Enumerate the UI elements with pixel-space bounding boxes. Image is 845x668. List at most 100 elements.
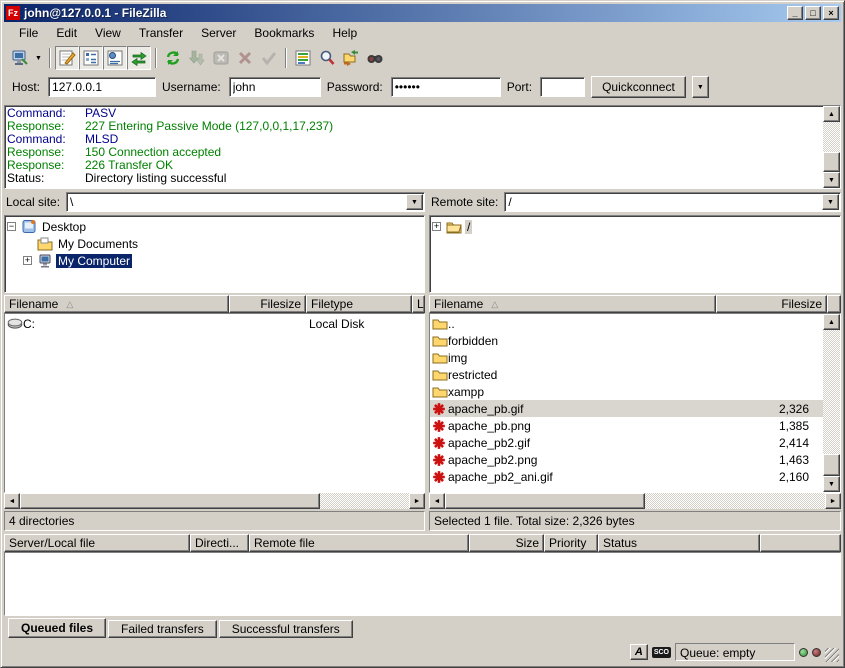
disconnect-icon[interactable] <box>233 46 257 70</box>
scroll-down-icon[interactable]: ▼ <box>823 476 840 492</box>
port-input[interactable] <box>540 77 585 97</box>
remote-site-combobox[interactable]: / ▼ <box>504 192 841 212</box>
close-button[interactable]: × <box>823 6 839 20</box>
remote-file-row-selected[interactable]: apache_pb.gif 2,326 <box>430 400 823 417</box>
toggle-message-log-icon[interactable] <box>55 46 79 70</box>
local-file-row[interactable]: C: Local Disk <box>5 315 424 332</box>
column-remote-file[interactable]: Remote file <box>249 534 469 552</box>
remote-file-row[interactable]: restricted <box>430 366 823 383</box>
folder-icon <box>432 334 448 347</box>
quickconnect-button[interactable]: Quickconnect <box>591 76 686 98</box>
column-filetype[interactable]: Filetype <box>306 295 412 313</box>
remote-file-row[interactable]: apache_pb2.png 1,463 <box>430 451 823 468</box>
remote-vertical-scrollbar[interactable]: ▲ ▼ <box>823 314 840 492</box>
file-name: .. <box>448 317 715 331</box>
minimize-button[interactable]: _ <box>787 6 803 20</box>
combo-dropdown-icon[interactable]: ▼ <box>822 194 839 210</box>
local-horizontal-scrollbar[interactable]: ◄ ► <box>4 493 425 509</box>
remote-horizontal-scrollbar[interactable]: ◄ ► <box>429 493 841 509</box>
column-status[interactable]: Status <box>598 534 760 552</box>
column-filesize[interactable]: Filesize <box>229 295 306 313</box>
menu-server[interactable]: Server <box>192 24 245 42</box>
tab-failed-transfers[interactable]: Failed transfers <box>108 620 217 638</box>
local-pane: Local site: \ ▼ − Desktop <box>4 191 425 531</box>
scroll-thumb[interactable] <box>445 493 645 509</box>
username-input[interactable] <box>229 77 321 97</box>
column-size[interactable]: Size <box>469 534 544 552</box>
local-site-combobox[interactable]: \ ▼ <box>66 192 425 212</box>
scroll-up-icon[interactable]: ▲ <box>823 106 840 122</box>
collapse-icon[interactable]: − <box>7 222 16 231</box>
remote-file-row[interactable]: xampp <box>430 383 823 400</box>
scroll-track[interactable] <box>823 122 840 152</box>
combo-dropdown-icon[interactable]: ▼ <box>406 194 423 210</box>
expand-icon[interactable]: + <box>23 256 32 265</box>
scroll-down-icon[interactable]: ▼ <box>823 172 840 188</box>
scroll-thumb[interactable] <box>823 454 840 476</box>
file-name: apache_pb2.png <box>448 453 715 467</box>
menu-help[interactable]: Help <box>323 24 366 42</box>
remote-site-label: Remote site: <box>429 193 504 211</box>
search-icon[interactable] <box>363 46 387 70</box>
tab-successful-transfers[interactable]: Successful transfers <box>219 620 353 638</box>
site-manager-dropdown-icon[interactable]: ▼ <box>32 46 45 70</box>
file-name: apache_pb.png <box>448 419 715 433</box>
password-label: Password: <box>327 80 383 94</box>
reconnect-icon[interactable] <box>257 46 281 70</box>
scroll-right-icon[interactable]: ► <box>409 493 425 509</box>
scroll-track[interactable] <box>645 493 825 509</box>
column-direction[interactable]: Directi... <box>190 534 249 552</box>
menu-transfer[interactable]: Transfer <box>130 24 192 42</box>
remote-file-row[interactable]: apache_pb2_ani.gif 2,160 <box>430 468 823 485</box>
menu-view[interactable]: View <box>86 24 130 42</box>
remote-file-row[interactable]: .. <box>430 315 823 332</box>
scroll-right-icon[interactable]: ► <box>825 493 841 509</box>
refresh-icon[interactable] <box>161 46 185 70</box>
scroll-left-icon[interactable]: ◄ <box>4 493 20 509</box>
filter-icon[interactable] <box>315 46 339 70</box>
maximize-button[interactable]: □ <box>805 6 821 20</box>
scroll-left-icon[interactable]: ◄ <box>429 493 445 509</box>
remote-file-row[interactable]: img <box>430 349 823 366</box>
scroll-thumb[interactable] <box>823 152 840 172</box>
menu-file[interactable]: File <box>10 24 47 42</box>
column-priority[interactable]: Priority <box>544 534 598 552</box>
site-manager-icon[interactable] <box>8 46 32 70</box>
toggle-transfer-queue-icon[interactable] <box>127 46 151 70</box>
process-queue-icon[interactable] <box>185 46 209 70</box>
column-last-modified[interactable]: L <box>412 295 425 313</box>
log-scrollbar[interactable]: ▲ ▼ <box>823 106 840 188</box>
remote-file-row[interactable]: forbidden <box>430 332 823 349</box>
my-documents-icon <box>37 236 53 252</box>
scroll-track[interactable] <box>320 493 409 509</box>
host-input[interactable] <box>48 77 156 97</box>
remote-file-row[interactable]: apache_pb.png 1,385 <box>430 417 823 434</box>
transfer-type-indicator-icon[interactable]: A <box>630 644 648 660</box>
tree-item-my-computer[interactable]: + My Computer <box>7 252 422 269</box>
column-server-local-file[interactable]: Server/Local file <box>4 534 190 552</box>
synchronized-browsing-icon[interactable] <box>339 46 363 70</box>
scroll-thumb[interactable] <box>20 493 320 509</box>
quickconnect-dropdown-icon[interactable]: ▼ <box>692 76 709 98</box>
expand-icon[interactable]: + <box>432 222 441 231</box>
column-filename[interactable]: Filename△ <box>429 295 716 313</box>
directory-comparison-icon[interactable] <box>291 46 315 70</box>
tree-item-desktop[interactable]: − Desktop <box>7 218 422 235</box>
tree-item-my-documents[interactable]: My Documents <box>7 235 422 252</box>
scroll-up-icon[interactable]: ▲ <box>823 314 840 330</box>
message-log-body: Command: PASV Response: 227 Entering Pas… <box>5 106 823 188</box>
resize-grip[interactable] <box>825 648 839 662</box>
folder-icon <box>432 368 448 381</box>
password-input[interactable] <box>391 77 501 97</box>
tree-item-root[interactable]: + / <box>432 218 838 235</box>
toggle-local-tree-icon[interactable] <box>79 46 103 70</box>
remote-file-row[interactable]: apache_pb2.gif 2,414 <box>430 434 823 451</box>
toggle-remote-tree-icon[interactable] <box>103 46 127 70</box>
menu-edit[interactable]: Edit <box>47 24 86 42</box>
cancel-icon[interactable] <box>209 46 233 70</box>
column-filesize[interactable]: Filesize <box>716 295 827 313</box>
column-filename[interactable]: Filename△ <box>4 295 229 313</box>
scroll-track[interactable] <box>823 330 840 454</box>
menu-bookmarks[interactable]: Bookmarks <box>245 24 323 42</box>
tab-queued-files[interactable]: Queued files <box>8 618 106 638</box>
